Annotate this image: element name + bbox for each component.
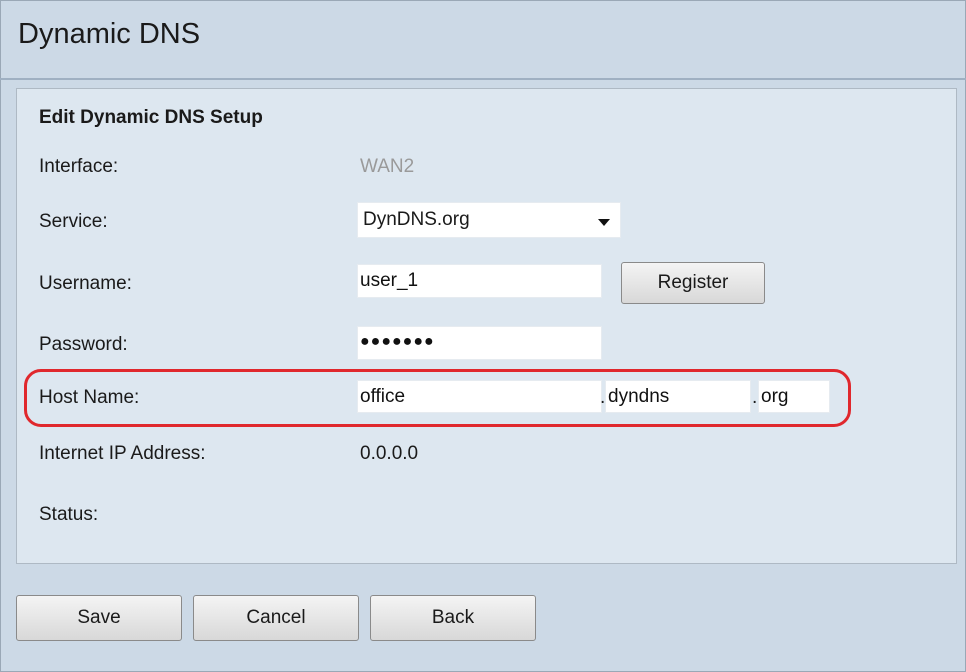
service-selected-value: DynDNS.org [363,209,470,230]
title-divider [0,78,966,80]
back-button[interactable]: Back [370,595,536,641]
internet-ip-label: Internet IP Address: [39,443,206,464]
chevron-down-icon [598,219,610,226]
username-label: Username: [39,273,132,294]
status-label: Status: [39,504,99,525]
password-label: Password: [39,334,128,355]
cancel-button[interactable]: Cancel [193,595,359,641]
interface-value: WAN2 [360,156,415,177]
service-label: Service: [39,211,108,232]
username-input[interactable] [357,264,602,298]
save-button[interactable]: Save [16,595,182,641]
interface-label: Interface: [39,156,119,177]
service-select[interactable]: DynDNS.org [357,202,621,238]
password-input[interactable]: ●●●●●●● [357,326,602,360]
host-name-highlight [24,369,851,427]
section-heading: Edit Dynamic DNS Setup [39,107,263,128]
page-title: Dynamic DNS [18,18,201,50]
register-button[interactable]: Register [621,262,765,304]
internet-ip-value: 0.0.0.0 [360,443,419,464]
